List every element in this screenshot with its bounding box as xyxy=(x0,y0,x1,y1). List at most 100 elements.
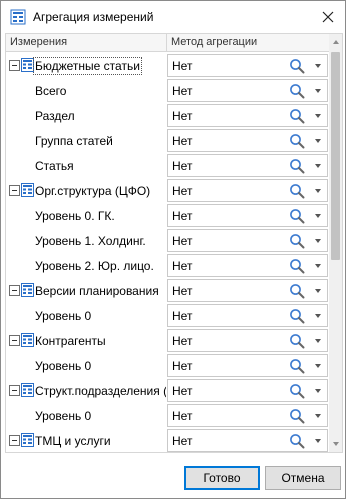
dimension-row[interactable]: ТМЦ и услуги Нет xyxy=(6,428,329,452)
search-icon[interactable] xyxy=(289,233,305,249)
search-icon[interactable] xyxy=(289,83,305,99)
dimension-row[interactable]: Версии планирования Нет xyxy=(6,278,329,303)
aggregation-method-combo[interactable]: Нет xyxy=(167,254,328,277)
dimension-name-cell[interactable]: Статья xyxy=(6,153,166,178)
dimension-name-cell[interactable]: Уровень 1. Холдинг. xyxy=(6,228,166,253)
aggregation-method-combo[interactable]: Нет xyxy=(167,129,328,152)
aggregation-method-combo[interactable]: Нет xyxy=(167,404,328,427)
search-icon[interactable] xyxy=(289,333,305,349)
level-row[interactable]: Уровень 0 Нет xyxy=(6,353,329,378)
column-header-dimensions[interactable]: Измерения xyxy=(10,36,67,48)
scroll-thumb[interactable] xyxy=(331,52,340,260)
collapse-minus-icon[interactable] xyxy=(9,60,20,71)
aggregation-method-combo[interactable]: Нет xyxy=(167,179,328,202)
chevron-down-icon[interactable] xyxy=(315,339,321,343)
collapse-minus-icon[interactable] xyxy=(9,285,20,296)
chevron-down-icon[interactable] xyxy=(315,164,321,168)
aggregation-method-combo[interactable]: Нет xyxy=(167,279,328,302)
dimension-name-cell[interactable]: Уровень 0 xyxy=(6,353,166,378)
aggregation-method-combo[interactable]: Нет xyxy=(167,229,328,252)
dimension-name-cell[interactable]: Орг.структура (ЦФО) xyxy=(6,178,166,203)
level-row[interactable]: Уровень 2. Юр. лицо. Нет xyxy=(6,253,329,278)
search-icon[interactable] xyxy=(289,108,305,124)
chevron-down-icon[interactable] xyxy=(315,139,321,143)
chevron-down-icon[interactable] xyxy=(315,414,321,418)
level-row[interactable]: Уровень 0 Нет xyxy=(6,303,329,328)
collapse-minus-icon[interactable] xyxy=(9,185,20,196)
dimension-row[interactable]: Бюджетные статьи Нет xyxy=(6,53,329,78)
search-icon[interactable] xyxy=(289,258,305,274)
level-row[interactable]: Уровень 0. ГК. Нет xyxy=(6,203,329,228)
column-separator[interactable] xyxy=(166,34,167,51)
column-header-aggregation-method[interactable]: Метод агрегации xyxy=(171,36,257,48)
chevron-down-icon[interactable] xyxy=(315,189,321,193)
dimension-name-cell[interactable]: Бюджетные статьи xyxy=(6,53,166,78)
aggregation-method-combo[interactable]: Нет xyxy=(167,329,328,352)
aggregation-method-combo[interactable]: Нет xyxy=(167,304,328,327)
dimension-name-cell[interactable]: ТМЦ и услуги xyxy=(6,428,166,452)
collapse-minus-icon[interactable] xyxy=(9,385,20,396)
dimension-name-cell[interactable]: Раздел xyxy=(6,103,166,128)
chevron-down-icon[interactable] xyxy=(315,289,321,293)
level-row[interactable]: Всего Нет xyxy=(6,78,329,103)
search-icon[interactable] xyxy=(289,133,305,149)
chevron-down-icon[interactable] xyxy=(315,214,321,218)
scroll-up-button[interactable] xyxy=(329,34,342,50)
aggregation-method-combo[interactable]: Нет xyxy=(167,379,328,402)
search-icon[interactable] xyxy=(289,383,305,399)
level-row[interactable]: Группа статей Нет xyxy=(6,128,329,153)
chevron-down-icon[interactable] xyxy=(315,64,321,68)
cancel-button[interactable]: Отмена xyxy=(265,466,341,490)
dimension-name-cell[interactable]: Версии планирования xyxy=(6,278,166,303)
search-icon[interactable] xyxy=(289,408,305,424)
dimension-name-cell[interactable]: Всего xyxy=(6,78,166,103)
vertical-scrollbar[interactable] xyxy=(329,34,342,452)
search-icon[interactable] xyxy=(289,308,305,324)
dimension-row[interactable]: Орг.структура (ЦФО) Нет xyxy=(6,178,329,203)
chevron-down-icon[interactable] xyxy=(315,439,321,443)
chevron-down-icon[interactable] xyxy=(315,89,321,93)
chevron-down-icon[interactable] xyxy=(315,364,321,368)
aggregation-method-combo[interactable]: Нет xyxy=(167,104,328,127)
chevron-down-icon[interactable] xyxy=(315,114,321,118)
chevron-down-icon[interactable] xyxy=(315,389,321,393)
level-row[interactable]: Уровень 1. Холдинг. Нет xyxy=(6,228,329,253)
search-icon[interactable] xyxy=(289,208,305,224)
collapse-minus-icon[interactable] xyxy=(9,435,20,446)
dimension-name: Контрагенты xyxy=(35,334,106,348)
dimension-name: Орг.структура (ЦФО) xyxy=(35,184,151,198)
level-row[interactable]: Уровень 0 Нет xyxy=(6,403,329,428)
aggregation-method-value: Нет xyxy=(172,159,193,173)
level-row[interactable]: Раздел Нет xyxy=(6,103,329,128)
chevron-down-icon[interactable] xyxy=(315,314,321,318)
aggregation-method-value: Нет xyxy=(172,259,193,273)
dimension-name-cell[interactable]: Группа статей xyxy=(6,128,166,153)
chevron-down-icon[interactable] xyxy=(315,239,321,243)
aggregation-method-combo[interactable]: Нет xyxy=(167,79,328,102)
search-icon[interactable] xyxy=(289,58,305,74)
dimension-name-cell[interactable]: Уровень 0 xyxy=(6,403,166,428)
done-button[interactable]: Готово xyxy=(184,466,260,490)
dimension-row[interactable]: Структ.подразделения (Г Нет xyxy=(6,378,329,403)
level-row[interactable]: Статья Нет xyxy=(6,153,329,178)
aggregation-method-combo[interactable]: Нет xyxy=(167,154,328,177)
dimension-name-cell[interactable]: Уровень 0 xyxy=(6,303,166,328)
search-icon[interactable] xyxy=(289,158,305,174)
aggregation-method-combo[interactable]: Нет xyxy=(167,204,328,227)
chevron-down-icon[interactable] xyxy=(315,264,321,268)
dimension-name-cell[interactable]: Уровень 0. ГК. xyxy=(6,203,166,228)
dimension-row[interactable]: Контрагенты Нет xyxy=(6,328,329,353)
collapse-minus-icon[interactable] xyxy=(9,335,20,346)
search-icon[interactable] xyxy=(289,283,305,299)
dimension-name-cell[interactable]: Структ.подразделения (Г xyxy=(6,378,166,403)
aggregation-method-combo[interactable]: Нет xyxy=(167,354,328,377)
search-icon[interactable] xyxy=(289,183,305,199)
dimension-name-cell[interactable]: Уровень 2. Юр. лицо. xyxy=(6,253,166,278)
aggregation-method-combo[interactable]: Нет xyxy=(167,429,328,452)
aggregation-method-combo[interactable]: Нет xyxy=(167,54,328,77)
scroll-down-button[interactable] xyxy=(329,436,342,452)
search-icon[interactable] xyxy=(289,433,305,449)
close-button[interactable] xyxy=(311,1,345,33)
search-icon[interactable] xyxy=(289,358,305,374)
dimension-name-cell[interactable]: Контрагенты xyxy=(6,328,166,353)
